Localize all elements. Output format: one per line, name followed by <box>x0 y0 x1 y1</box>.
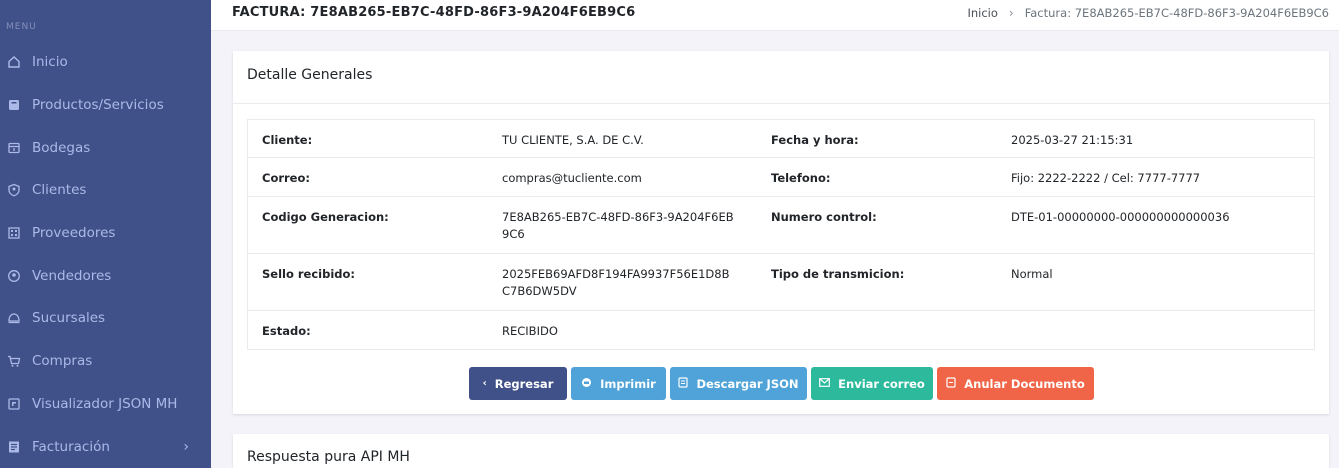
details-table: Cliente: TU CLIENTE, S.A. DE C.V. Fecha … <box>247 119 1315 350</box>
cancel-document-button-label: Anular Documento <box>964 376 1085 391</box>
label-sello-recibido: Sello recibido: <box>262 267 356 281</box>
label-cliente: Cliente: <box>262 133 313 147</box>
user-circle-icon <box>7 269 21 283</box>
value-sello-recibido: 2025FEB69AFD8F194FA9937F56E1D8BC7B6DW5DV <box>502 267 730 298</box>
sidebar-item-label: Bodegas <box>32 139 91 156</box>
label-empty <box>757 311 1011 349</box>
chevron-left-icon: ‹ <box>482 378 487 389</box>
label-fecha-hora: Fecha y hora: <box>771 133 859 147</box>
sidebar-item-vendedores[interactable]: Vendedores <box>0 254 211 297</box>
send-email-button[interactable]: Enviar correo <box>811 367 933 400</box>
sidebar-item-label: Facturación <box>32 438 110 455</box>
sidebar-item-facturacion[interactable]: Facturación › <box>0 425 211 468</box>
invoice-icon <box>7 440 21 454</box>
sidebar: MENU Inicio Productos/Servicios Bodegas … <box>0 0 211 468</box>
sidebar-item-label: Sucursales <box>32 310 106 327</box>
sidebar-item-compras[interactable]: Compras <box>0 340 211 383</box>
print-button[interactable]: Imprimir <box>571 367 666 400</box>
file-cancel-icon <box>946 376 956 391</box>
store-icon <box>7 311 21 325</box>
sidebar-item-label: Inicio <box>32 54 68 71</box>
table-row: Codigo Generacion: 7E8AB265-EB7C-48FD-86… <box>248 197 1314 254</box>
breadcrumb-separator-icon: › <box>1008 6 1014 20</box>
sidebar-item-label: Clientes <box>32 182 87 199</box>
sidebar-item-label: Vendedores <box>32 267 112 284</box>
download-json-button[interactable]: Descargar JSON <box>670 367 807 400</box>
label-codigo-generacion: Codigo Generacion: <box>262 210 389 224</box>
table-row: Sello recibido: 2025FEB69AFD8F194FA9937F… <box>248 254 1314 311</box>
value-telefono: Fijo: 2222-2222 / Cel: 7777-7777 <box>1011 171 1201 185</box>
sidebar-item-visualizador-json[interactable]: Visualizador JSON MH <box>0 383 211 426</box>
action-buttons: ‹ Regresar Imprimir Descargar JSON Envia… <box>469 367 1094 400</box>
value-tipo-transmision: Normal <box>1011 267 1053 281</box>
value-cliente: TU CLIENTE, S.A. DE C.V. <box>502 133 644 147</box>
back-button-label: Regresar <box>494 376 554 391</box>
page-header: FACTURA: 7E8AB265-EB7C-48FD-86F3-9A204F6… <box>211 0 1339 31</box>
building-icon <box>7 226 21 240</box>
label-numero-control: Numero control: <box>771 210 877 224</box>
back-button[interactable]: ‹ Regresar <box>469 367 567 400</box>
value-codigo-generacion: 7E8AB265-EB7C-48FD-86F3-9A204F6EB9C6 <box>502 210 734 241</box>
download-json-button-label: Descargar JSON <box>696 376 799 391</box>
chevron-right-icon: › <box>183 438 189 455</box>
api-response-card: Respuesta pura API MH <box>233 434 1329 468</box>
sidebar-item-label: Visualizador JSON MH <box>32 395 178 412</box>
label-correo: Correo: <box>262 171 310 185</box>
file-icon <box>678 376 689 391</box>
sidebar-item-clientes[interactable]: Clientes <box>0 169 211 212</box>
value-estado: RECIBIDO <box>502 324 558 338</box>
table-row: Correo: compras@tucliente.com Telefono: … <box>248 158 1314 197</box>
breadcrumb-home-link[interactable]: Inicio <box>967 6 997 20</box>
table-row: Estado: RECIBIDO <box>248 311 1314 349</box>
page-title: FACTURA: 7E8AB265-EB7C-48FD-86F3-9A204F6… <box>232 5 636 20</box>
printer-icon <box>581 377 592 391</box>
label-tipo-transmision: Tipo de transmicion: <box>771 267 905 281</box>
value-numero-control: DTE-01-00000000-000000000000036 <box>1011 210 1230 224</box>
send-email-button-label: Enviar correo <box>838 376 925 391</box>
sidebar-item-bodegas[interactable]: Bodegas <box>0 126 211 169</box>
cart-icon <box>7 354 21 368</box>
sidebar-item-label: Productos/Servicios <box>32 97 164 114</box>
details-card-title: Detalle Generales <box>233 51 1329 104</box>
label-estado: Estado: <box>262 324 311 338</box>
label-telefono: Telefono: <box>771 171 831 185</box>
api-response-title: Respuesta pura API MH <box>247 449 410 465</box>
home-icon <box>7 55 21 69</box>
sidebar-item-label: Proveedores <box>32 225 116 242</box>
json-icon <box>7 397 21 411</box>
sidebar-item-inicio[interactable]: Inicio <box>0 41 211 84</box>
value-empty <box>1011 311 1314 349</box>
menu-title: MENU <box>6 22 37 32</box>
sidebar-item-label: Compras <box>32 353 93 370</box>
mail-icon <box>819 377 831 390</box>
details-card: Detalle Generales Cliente: TU CLIENTE, S… <box>233 51 1329 414</box>
sidebar-item-sucursales[interactable]: Sucursales <box>0 297 211 340</box>
value-fecha-hora: 2025-03-27 21:15:31 <box>1011 133 1134 147</box>
sidebar-item-proveedores[interactable]: Proveedores <box>0 212 211 255</box>
value-correo: compras@tucliente.com <box>502 171 642 185</box>
shield-user-icon <box>7 183 21 197</box>
table-row: Cliente: TU CLIENTE, S.A. DE C.V. Fecha … <box>248 120 1314 158</box>
breadcrumb-current: Factura: 7E8AB265-EB7C-48FD-86F3-9A204F6… <box>1024 6 1329 20</box>
warehouse-icon <box>7 141 21 155</box>
box-icon <box>7 98 21 112</box>
sidebar-item-productos[interactable]: Productos/Servicios <box>0 84 211 127</box>
print-button-label: Imprimir <box>600 376 656 391</box>
cancel-document-button[interactable]: Anular Documento <box>937 367 1094 400</box>
breadcrumb: Inicio › Factura: 7E8AB265-EB7C-48FD-86F… <box>967 6 1329 20</box>
